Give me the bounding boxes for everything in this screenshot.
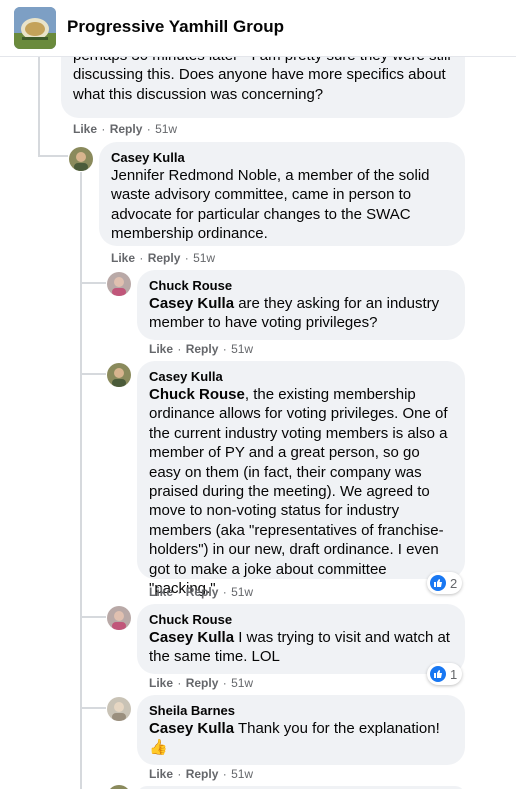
comment-timestamp[interactable]: 51w	[231, 767, 253, 781]
comment-author[interactable]: Chuck Rouse	[149, 612, 453, 628]
reply-link[interactable]: Reply	[186, 342, 219, 356]
comment-timestamp[interactable]: 51w	[231, 676, 253, 690]
comment-actions: Like · Reply · 51w	[149, 342, 254, 356]
mention-link[interactable]: Casey Kulla	[149, 629, 234, 646]
comment-author[interactable]: Casey Kulla	[111, 150, 453, 166]
comment-text: Jennifer Redmond Noble, a member of the …	[111, 167, 430, 243]
comment-author[interactable]: Sheila Barnes	[149, 703, 453, 719]
thread-line	[80, 373, 106, 375]
thread-line	[80, 172, 82, 789]
comment-author[interactable]: Casey Kulla	[149, 369, 453, 385]
comment-bubble: Chuck Rouse Casey Kulla are they asking …	[137, 270, 465, 340]
comment-actions: Like · Reply · 51w	[111, 251, 216, 265]
comment-text: Thank you for the explanation!	[234, 720, 440, 737]
thread-line	[80, 282, 106, 284]
comment-author[interactable]: Chuck Rouse	[149, 278, 453, 294]
reply-link[interactable]: Reply	[186, 767, 219, 781]
mention-link[interactable]: Casey Kulla	[149, 720, 234, 737]
mention-link[interactable]: Chuck Rouse	[149, 386, 245, 403]
like-link[interactable]: Like	[111, 251, 135, 265]
reply-link[interactable]: Reply	[186, 676, 219, 690]
comment-timestamp[interactable]: 51w	[231, 342, 253, 356]
like-link[interactable]: Like	[149, 342, 173, 356]
like-link[interactable]: Like	[149, 585, 173, 599]
avatar[interactable]	[107, 606, 131, 630]
thumbs-up-emoji: 👍	[149, 739, 168, 757]
comment-bubble: Chuck Rouse Casey Kulla I was trying to …	[137, 604, 465, 674]
comment-bubble: Sheila Barnes Casey Kulla Thank you for …	[137, 695, 465, 765]
comment-text: , the existing membership ordinance allo…	[149, 386, 448, 598]
reaction-count[interactable]: 2	[427, 572, 463, 594]
comment-actions: Like · Reply · 51w	[149, 585, 254, 599]
avatar[interactable]	[107, 272, 131, 296]
avatar[interactable]	[69, 147, 93, 171]
thumbs-up-icon	[430, 575, 446, 591]
comment-actions: Like · Reply · 51w	[149, 767, 254, 781]
like-link[interactable]: Like	[149, 676, 173, 690]
comment-bubble: Casey Kulla Jennifer Redmond Noble, a me…	[99, 142, 465, 246]
thumbs-up-icon	[430, 666, 446, 682]
reply-link[interactable]: Reply	[186, 585, 219, 599]
thread-line	[38, 57, 40, 157]
group-name[interactable]: Progressive Yamhill Group	[67, 17, 284, 37]
like-link[interactable]: Like	[149, 767, 173, 781]
avatar[interactable]	[107, 697, 131, 721]
comment-timestamp[interactable]: 51w	[155, 122, 177, 136]
comment-timestamp[interactable]: 51w	[231, 585, 253, 599]
comment-bubble: Casey Kulla Chuck Rouse, the existing me…	[137, 361, 465, 597]
avatar[interactable]	[107, 363, 131, 387]
comment-timestamp[interactable]: 51w	[193, 251, 215, 265]
like-link[interactable]: Like	[73, 122, 97, 136]
reply-link[interactable]: Reply	[148, 251, 181, 265]
thread-line	[38, 155, 68, 157]
group-header: Progressive Yamhill Group	[0, 0, 516, 57]
reply-link[interactable]: Reply	[110, 122, 143, 136]
comment-actions: Like · Reply · 51w	[149, 676, 254, 690]
comment-actions: Like · Reply · 51w	[73, 122, 178, 136]
reaction-count[interactable]: 1	[427, 663, 463, 685]
thread-line	[80, 616, 106, 618]
avatar[interactable]	[107, 785, 131, 789]
group-logo-icon[interactable]	[14, 7, 56, 49]
mention-link[interactable]: Casey Kulla	[149, 295, 234, 312]
thread-line	[80, 707, 106, 709]
